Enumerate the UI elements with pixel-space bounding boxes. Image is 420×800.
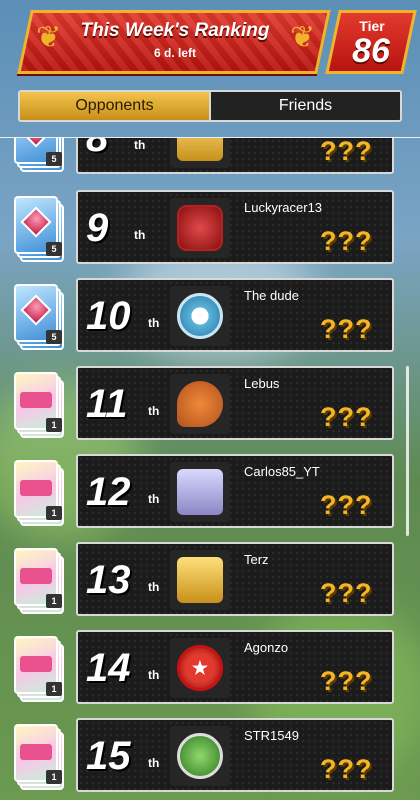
- rank-number: 8: [86, 138, 109, 160]
- reward-stack: 1: [14, 724, 64, 790]
- reward-quantity: 1: [46, 770, 62, 784]
- row-panel: 11 th Lebus ???: [76, 366, 394, 440]
- rank-number: 10: [86, 294, 131, 338]
- player-name: Lebus: [244, 376, 280, 391]
- rank-number: 9: [86, 206, 109, 250]
- rank-suffix: th: [148, 492, 160, 506]
- gold-trophy-badge-icon: [177, 557, 223, 603]
- row-panel: 15 th STR1549 ???: [76, 718, 394, 792]
- red-star-badge-icon: ★: [177, 645, 223, 691]
- rank-suffix: th: [148, 316, 160, 330]
- tab-opponents[interactable]: Opponents: [20, 92, 209, 120]
- row-panel: 9 th Luckyracer13 ???: [76, 190, 394, 264]
- rank-number: 13: [86, 558, 131, 602]
- ranking-row[interactable]: 5 10 th The dude ???: [0, 276, 420, 356]
- tier-value: 86: [352, 32, 390, 70]
- row-panel: 12 th Carlos85_YT ???: [76, 454, 394, 528]
- time-remaining: 6 d. left: [153, 46, 196, 60]
- reward-stack: 1: [14, 548, 64, 614]
- player-name: The dude: [244, 288, 299, 303]
- player-name: STR1549: [244, 728, 299, 743]
- reward-quantity: 5: [46, 330, 62, 344]
- ranking-row[interactable]: 1 15 th STR1549 ???: [0, 716, 420, 796]
- badge-frame: [170, 198, 230, 258]
- ticket-icon: [20, 568, 52, 584]
- row-panel: 13 th Terz ???: [76, 542, 394, 616]
- badge-frame: [170, 286, 230, 346]
- row-panel: 14 th ★ Agonzo ???: [76, 630, 394, 704]
- rank-suffix: th: [148, 756, 160, 770]
- rank-number: 15: [86, 734, 131, 778]
- reward-stack: 1: [14, 372, 64, 438]
- red-shield-badge-icon: [177, 205, 223, 251]
- green-face-badge-icon: [177, 733, 223, 779]
- score-hidden: ???: [320, 666, 373, 696]
- tab-friends[interactable]: Friends: [209, 92, 400, 120]
- silver-trophy-badge-icon: [177, 469, 223, 515]
- reward-quantity: 1: [46, 506, 62, 520]
- reward-quantity: 1: [46, 418, 62, 432]
- score-hidden: ???: [320, 226, 373, 256]
- ranking-row[interactable]: 1 11 th Lebus ???: [0, 364, 420, 444]
- gold-cup-badge-icon: [177, 138, 223, 161]
- ranking-row[interactable]: 1 13 th Terz ???: [0, 540, 420, 620]
- leaf-badge-icon: [177, 381, 223, 427]
- ticket-icon: [20, 656, 52, 672]
- badge-frame: [170, 374, 230, 434]
- ranking-row[interactable]: 1 14 th ★ Agonzo ???: [0, 628, 420, 708]
- reward-stack: 5: [14, 284, 64, 350]
- rank-suffix: th: [134, 138, 146, 152]
- badge-frame: ★: [170, 638, 230, 698]
- score-hidden: ???: [320, 402, 373, 432]
- player-name: Luckyracer13: [244, 200, 323, 215]
- ticket-icon: [20, 480, 52, 496]
- page-title: This Week's Ranking: [80, 20, 270, 41]
- ranking-row[interactable]: 1 12 th Carlos85_YT ???: [0, 452, 420, 532]
- badge-frame: [170, 550, 230, 610]
- rank-suffix: th: [148, 668, 160, 682]
- badge-frame: [170, 726, 230, 786]
- reward-quantity: 1: [46, 594, 62, 608]
- score-hidden: ???: [320, 490, 373, 520]
- rank-number: 11: [86, 382, 128, 426]
- ranking-row[interactable]: 5 9 th Luckyracer13 ???: [0, 188, 420, 268]
- scrollbar[interactable]: [406, 366, 409, 536]
- row-panel: 10 th The dude ???: [76, 278, 394, 352]
- ranking-list[interactable]: 5 8 th ??? 5 9 th Luckyracer13 ??? 5 10 …: [0, 138, 420, 800]
- reward-stack: 5: [14, 196, 64, 262]
- ranking-header: ❦ ❦ This Week's Ranking 6 d. left Tier 8…: [10, 8, 417, 74]
- ticket-icon: [20, 392, 52, 408]
- rank-suffix: th: [148, 580, 160, 594]
- score-hidden: ???: [320, 754, 373, 784]
- ranking-row[interactable]: 5 8 th ???: [0, 138, 420, 178]
- ranking-tabs: Opponents Friends: [18, 90, 402, 122]
- blue-ring-badge-icon: [177, 293, 223, 339]
- score-hidden: ???: [320, 138, 373, 166]
- reward-quantity: 5: [46, 242, 62, 256]
- player-name: Carlos85_YT: [244, 464, 320, 479]
- reward-quantity: 1: [46, 682, 62, 696]
- score-hidden: ???: [320, 314, 373, 344]
- rank-number: 14: [86, 646, 131, 690]
- rank-number: 12: [86, 470, 131, 514]
- rank-suffix: th: [134, 228, 146, 242]
- badge-frame: [170, 462, 230, 522]
- score-hidden: ???: [320, 578, 373, 608]
- player-name: Agonzo: [244, 640, 289, 655]
- reward-stack: 5: [14, 138, 64, 172]
- player-name: Terz: [244, 552, 269, 567]
- ticket-icon: [20, 744, 52, 760]
- reward-quantity: 5: [46, 152, 62, 166]
- badge-frame: [170, 138, 230, 168]
- row-panel: 8 th ???: [76, 138, 394, 174]
- rank-suffix: th: [148, 404, 160, 418]
- reward-stack: 1: [14, 636, 64, 702]
- reward-stack: 1: [14, 460, 64, 526]
